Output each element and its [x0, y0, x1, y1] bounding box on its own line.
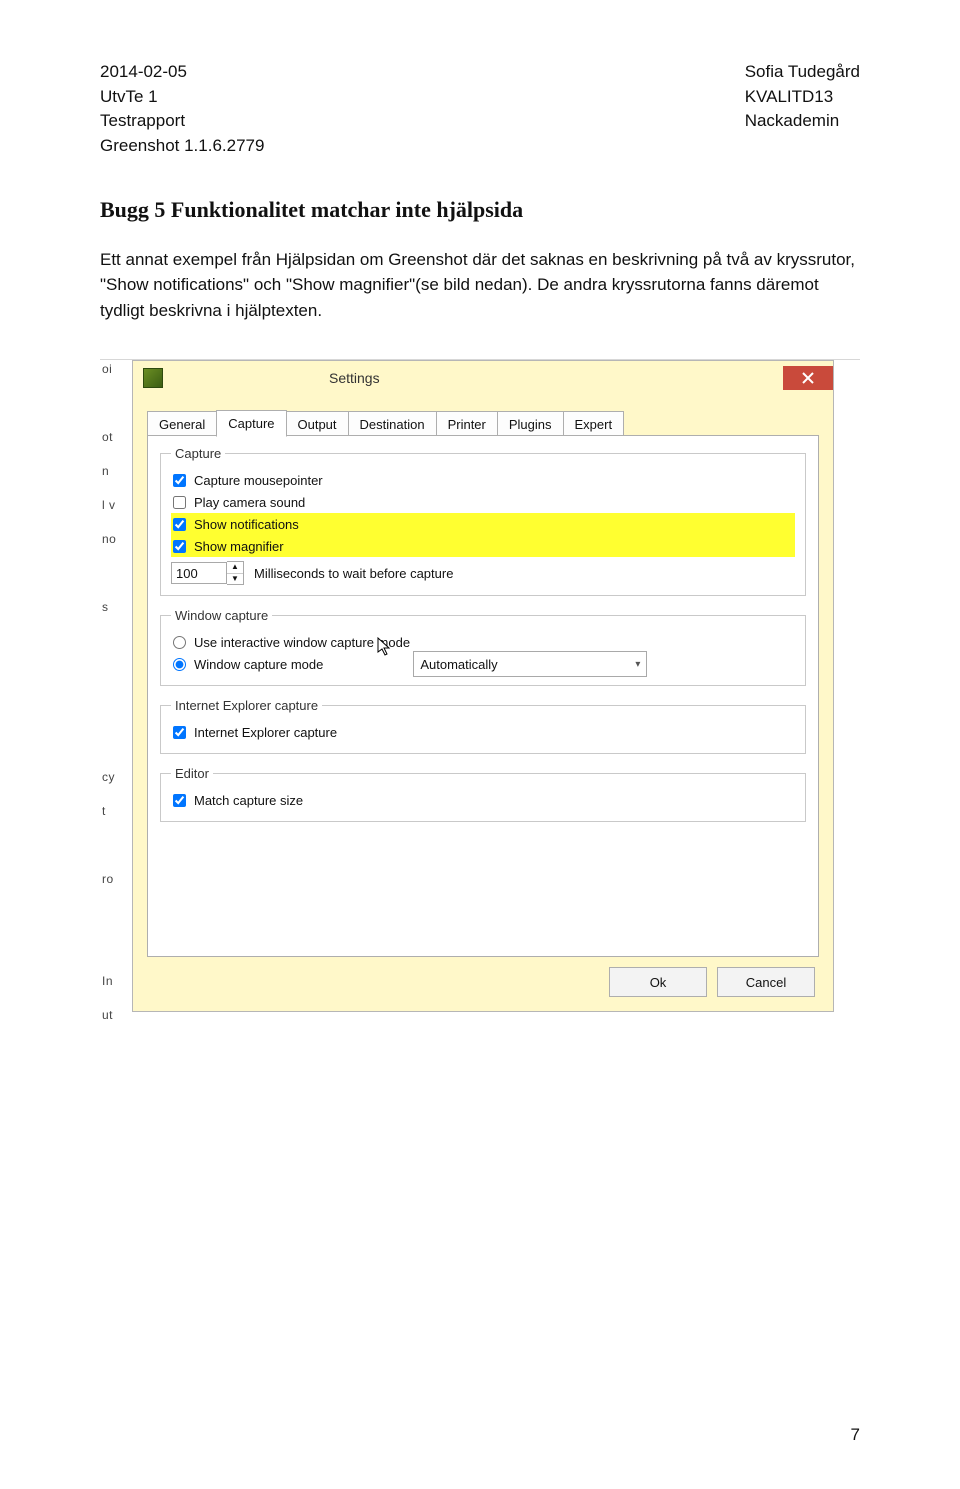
dialog-buttons: Ok Cancel: [609, 967, 815, 997]
group-window-capture-legend: Window capture: [171, 608, 272, 623]
label-ms-wait: Milliseconds to wait before capture: [254, 566, 453, 581]
cropped-background-text: oi otnl vno s cyt ro Inut: [100, 360, 126, 1060]
checkbox-ie-capture[interactable]: [173, 726, 186, 739]
label-camera-sound: Play camera sound: [194, 495, 305, 510]
row-show-magnifier: Show magnifier: [171, 535, 795, 557]
group-window-capture: Window capture Use interactive window ca…: [160, 608, 806, 686]
label-window-capture-mode: Window capture mode: [194, 657, 323, 672]
header-author: Sofia Tudegård: [745, 60, 860, 85]
spinner-ms-wait[interactable]: ▲▼: [227, 561, 244, 585]
checkbox-show-notifications[interactable]: [173, 518, 186, 531]
tab-plugins[interactable]: Plugins: [497, 411, 564, 438]
checkbox-camera-sound[interactable]: [173, 496, 186, 509]
group-capture-legend: Capture: [171, 446, 225, 461]
select-window-capture-mode[interactable]: Automatically ▾: [413, 651, 647, 677]
label-mousepointer: Capture mousepointer: [194, 473, 323, 488]
chevron-up-icon: ▲: [227, 562, 243, 574]
greenshot-app-icon: [143, 368, 163, 388]
row-ie-capture: Internet Explorer capture: [171, 721, 795, 743]
tab-output[interactable]: Output: [286, 411, 349, 438]
close-button[interactable]: [783, 366, 833, 390]
header-left-2: UtvTe 1: [100, 85, 264, 110]
row-interactive-mode: Use interactive window capture mode: [171, 631, 795, 653]
cancel-button[interactable]: Cancel: [717, 967, 815, 997]
header-left-3: Testrapport: [100, 109, 264, 134]
bug-body-text: Ett annat exempel från Hjälpsidan om Gre…: [100, 247, 860, 324]
row-mousepointer: Capture mousepointer: [171, 469, 795, 491]
header-left-4: Greenshot 1.1.6.2779: [100, 134, 264, 159]
row-camera-sound: Play camera sound: [171, 491, 795, 513]
window-title: Settings: [173, 370, 783, 386]
label-ie-capture: Internet Explorer capture: [194, 725, 337, 740]
checkbox-mousepointer[interactable]: [173, 474, 186, 487]
label-show-notifications: Show notifications: [194, 517, 299, 532]
group-capture: Capture Capture mousepointer Play camera…: [160, 446, 806, 596]
row-window-capture-mode: Window capture mode Automatically ▾: [171, 653, 795, 675]
settings-window: Settings GeneralCaptureOutputDestination…: [132, 360, 834, 1012]
tab-printer[interactable]: Printer: [436, 411, 498, 438]
radio-interactive-mode[interactable]: [173, 636, 186, 649]
checkbox-match-capture-size[interactable]: [173, 794, 186, 807]
header-right-3: Nackademin: [745, 109, 860, 134]
screenshot-figure: oi otnl vno s cyt ro Inut Settings Gener…: [100, 359, 860, 1060]
document-header: 2014-02-05 UtvTe 1 Testrapport Greenshot…: [100, 60, 860, 159]
ok-button[interactable]: Ok: [609, 967, 707, 997]
group-editor-legend: Editor: [171, 766, 213, 781]
tab-general[interactable]: General: [147, 411, 217, 438]
header-right-2: KVALITD13: [745, 85, 860, 110]
tab-capture[interactable]: Capture: [216, 410, 286, 437]
row-ms-wait: 100 ▲▼ Milliseconds to wait before captu…: [171, 561, 795, 585]
radio-window-capture-mode[interactable]: [173, 658, 186, 671]
tab-destination[interactable]: Destination: [348, 411, 437, 438]
header-date: 2014-02-05: [100, 60, 264, 85]
row-match-capture-size: Match capture size: [171, 789, 795, 811]
tab-expert[interactable]: Expert: [563, 411, 625, 438]
chevron-down-icon: ▾: [635, 659, 640, 670]
select-value: Automatically: [420, 657, 497, 672]
checkbox-show-magnifier[interactable]: [173, 540, 186, 553]
titlebar: Settings: [133, 361, 833, 395]
chevron-down-icon: ▼: [227, 574, 243, 585]
bug-heading: Bugg 5 Funktionalitet matchar inte hjälp…: [100, 197, 860, 223]
group-ie-capture-legend: Internet Explorer capture: [171, 698, 322, 713]
group-editor: Editor Match capture size: [160, 766, 806, 822]
close-icon: [802, 372, 814, 384]
row-show-notifications: Show notifications: [171, 513, 795, 535]
label-interactive-mode: Use interactive window capture mode: [194, 635, 410, 650]
input-ms-wait[interactable]: 100: [171, 562, 227, 584]
tab-strip: GeneralCaptureOutputDestinationPrinterPl…: [147, 409, 623, 436]
settings-panel: Capture Capture mousepointer Play camera…: [147, 435, 819, 957]
page-number: 7: [851, 1425, 860, 1445]
label-show-magnifier: Show magnifier: [194, 539, 284, 554]
label-match-capture-size: Match capture size: [194, 793, 303, 808]
group-ie-capture: Internet Explorer capture Internet Explo…: [160, 698, 806, 754]
